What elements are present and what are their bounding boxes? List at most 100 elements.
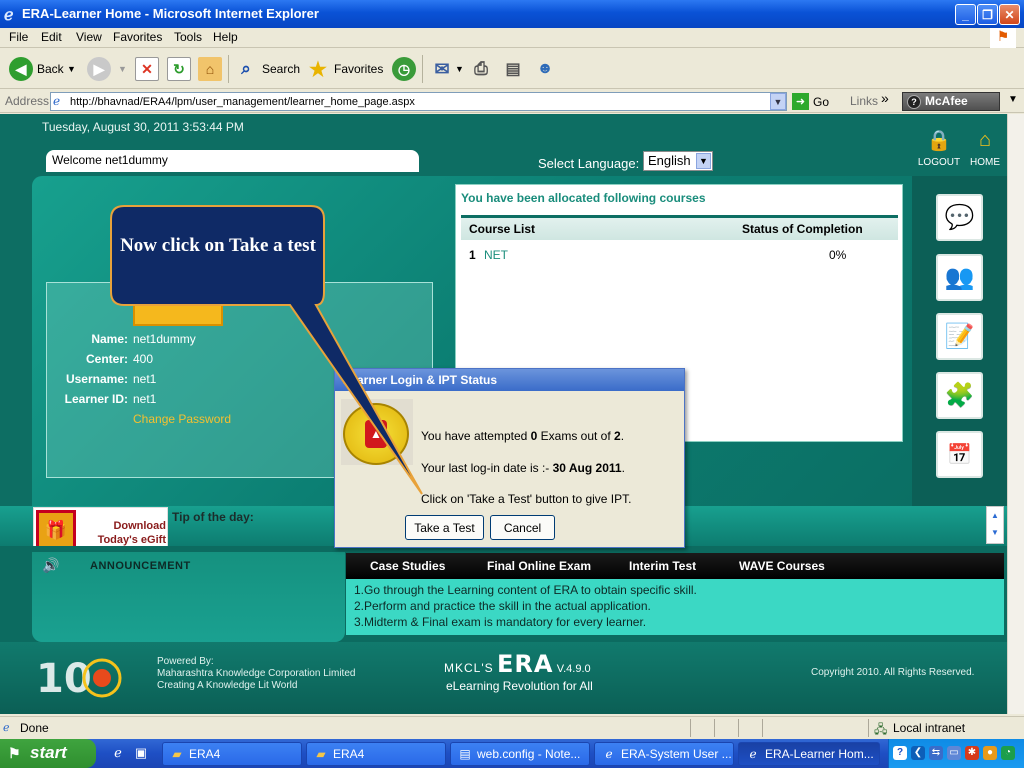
menu-file[interactable]: File bbox=[9, 30, 28, 44]
back-dropdown-icon[interactable]: ▼ bbox=[67, 64, 76, 74]
search-icon[interactable]: ⌕ bbox=[234, 57, 258, 81]
network-icon[interactable]: ⇆ bbox=[929, 746, 943, 760]
task-label: web.config - Note... bbox=[477, 747, 581, 761]
quicklaunch-desktop-icon[interactable]: ▣ bbox=[133, 745, 149, 761]
side-icon-bar: 💬 👥 📝 🧩 📅 bbox=[912, 176, 1007, 506]
tab-case-studies[interactable]: Case Studies bbox=[370, 559, 445, 573]
clock-icon[interactable]: ◔ bbox=[1001, 746, 1015, 760]
edit-icon[interactable]: ▤ bbox=[501, 57, 525, 81]
start-label: start bbox=[30, 743, 67, 762]
menu-edit[interactable]: Edit bbox=[41, 30, 62, 44]
last-login-line: Your last log-in date is :- 30 Aug 2011. bbox=[421, 461, 625, 475]
language-select[interactable]: English ▼ bbox=[643, 151, 713, 171]
refresh-icon[interactable]: ↻ bbox=[167, 57, 191, 81]
stop-icon[interactable]: ✕ bbox=[135, 57, 159, 81]
menu-help[interactable]: Help bbox=[213, 30, 238, 44]
quicklaunch-ie-icon[interactable]: ℯ bbox=[110, 745, 126, 761]
course-link[interactable]: NET bbox=[484, 248, 508, 262]
tray-chevron-icon[interactable]: ❮ bbox=[911, 746, 925, 760]
address-input[interactable] bbox=[50, 92, 787, 111]
antivirus-icon[interactable]: ✱ bbox=[965, 746, 979, 760]
course-status: 0% bbox=[829, 248, 847, 262]
tip-scroll-control[interactable]: ▲ ▼ bbox=[986, 506, 1004, 544]
language-label: Select Language: bbox=[538, 156, 640, 171]
tip-line: 2.Perform and practice the skill in the … bbox=[354, 599, 651, 613]
taskbar-item-era4[interactable]: ▰ ERA4 bbox=[306, 742, 446, 766]
start-button[interactable]: ⚑ start bbox=[0, 739, 96, 768]
dialog-title: Learner Login & IPT Status bbox=[335, 369, 684, 391]
current-datetime: Tuesday, August 30, 2011 3:53:44 PM bbox=[42, 120, 244, 134]
minimize-button[interactable]: _ bbox=[955, 4, 976, 25]
logout-button[interactable]: 🔒 LOGOUT bbox=[916, 126, 962, 169]
taskbar-item-era-system[interactable]: ℯ ERA-System User ... bbox=[594, 742, 734, 766]
back-arrow-icon[interactable]: ◀ bbox=[9, 57, 33, 81]
go-label: Go bbox=[813, 94, 830, 109]
page-scrollbar[interactable] bbox=[1007, 114, 1024, 714]
take-a-test-button[interactable]: Take a Test bbox=[405, 515, 484, 540]
last-login-text: Your last log-in date is :- bbox=[421, 461, 553, 475]
tip-line: 3.Midterm & Final exam is mandatory for … bbox=[354, 615, 647, 629]
tab-interim-test[interactable]: Interim Test bbox=[629, 559, 696, 573]
forward-arrow-icon[interactable]: ▶ bbox=[87, 57, 111, 81]
display-icon[interactable]: ▭ bbox=[947, 746, 961, 760]
page-status-icon: ℯ bbox=[3, 722, 10, 734]
favorites-star-icon[interactable]: ★ bbox=[306, 57, 330, 81]
mail-icon[interactable]: ✉ bbox=[430, 57, 454, 81]
mcafee-button[interactable]: ? McAfee bbox=[902, 92, 1000, 111]
notepad-icon[interactable]: 📝 bbox=[936, 313, 983, 360]
home-button[interactable]: ⌂ HOME bbox=[966, 126, 1004, 169]
center-value: 400 bbox=[133, 352, 154, 366]
tab-final-online-exam[interactable]: Final Online Exam bbox=[487, 559, 591, 573]
taskbar-item-notepad[interactable]: ▤ web.config - Note... bbox=[450, 742, 590, 766]
welcome-message: Welcome net1dummy bbox=[46, 150, 419, 172]
status-separator bbox=[762, 719, 763, 737]
home-toolbar-icon[interactable]: ⌂ bbox=[198, 57, 222, 81]
last-login-date: 30 Aug 2011 bbox=[552, 461, 622, 475]
announcement-label: ANNOUNCEMENT bbox=[90, 560, 191, 572]
puzzle-icon[interactable]: 🧩 bbox=[936, 372, 983, 419]
go-button[interactable]: ➜ Go bbox=[792, 92, 837, 111]
egift-line2: Today's eGift bbox=[97, 534, 166, 546]
window-title: ERA-Learner Home - Microsoft Internet Ex… bbox=[22, 6, 319, 21]
menu-view[interactable]: View bbox=[76, 30, 102, 44]
cancel-button[interactable]: Cancel bbox=[490, 515, 555, 540]
calendar-icon[interactable]: 📅 bbox=[936, 431, 983, 478]
chevron-right-icon[interactable]: » bbox=[881, 90, 889, 106]
mcafee-dropdown-icon[interactable]: ▼ bbox=[1008, 94, 1018, 105]
back-button-label[interactable]: Back bbox=[37, 62, 64, 76]
task-label: ERA4 bbox=[333, 747, 365, 761]
menu-favorites[interactable]: Favorites bbox=[113, 30, 162, 44]
forward-dropdown-icon[interactable]: ▼ bbox=[118, 64, 127, 74]
windows-flag-icon: ⚑ bbox=[8, 745, 21, 761]
era-prefix: MKCL'S bbox=[444, 661, 494, 675]
history-icon[interactable]: ◷ bbox=[392, 57, 416, 81]
close-button[interactable]: ✕ bbox=[999, 4, 1020, 25]
intranet-icon: 🖧 bbox=[874, 722, 888, 736]
chat-bubble-icon[interactable]: 💬 bbox=[936, 194, 983, 241]
task-label: ERA4 bbox=[189, 747, 221, 761]
menu-tools[interactable]: Tools bbox=[174, 30, 202, 44]
logout-label: LOGOUT bbox=[917, 157, 961, 168]
username-label: Username: bbox=[65, 372, 128, 386]
help-icon[interactable]: ? bbox=[893, 746, 907, 760]
links-label[interactable]: Links bbox=[850, 94, 878, 108]
update-icon[interactable]: ● bbox=[983, 746, 997, 760]
maximize-button[interactable]: ❐ bbox=[977, 4, 998, 25]
taskbar-item-era-learner[interactable]: ℯ ERA-Learner Hom... bbox=[738, 742, 880, 766]
course-list-header: Course List bbox=[469, 222, 536, 236]
tab-wave-courses[interactable]: WAVE Courses bbox=[739, 559, 825, 573]
search-button-label[interactable]: Search bbox=[262, 62, 300, 76]
era-brand: MKCL'S ERA V.4.9.0 bbox=[444, 650, 591, 678]
messenger-icon[interactable]: ☻ bbox=[533, 57, 557, 81]
people-icon[interactable]: 👥 bbox=[936, 254, 983, 301]
title-bar: ℯ ERA-Learner Home - Microsoft Internet … bbox=[0, 0, 1024, 28]
taskbar-item-era4[interactable]: ▰ ERA4 bbox=[162, 742, 302, 766]
change-password-link[interactable]: Change Password bbox=[133, 412, 231, 426]
favorites-button-label[interactable]: Favorites bbox=[334, 62, 383, 76]
print-icon[interactable]: ⎙ bbox=[469, 57, 493, 81]
address-dropdown-icon[interactable]: ▼ bbox=[770, 93, 786, 110]
courses-title: You have been allocated following course… bbox=[461, 191, 706, 205]
go-arrow-icon: ➜ bbox=[792, 93, 809, 110]
era-version: V.4.9.0 bbox=[556, 663, 591, 675]
mail-dropdown-icon[interactable]: ▼ bbox=[455, 64, 464, 74]
